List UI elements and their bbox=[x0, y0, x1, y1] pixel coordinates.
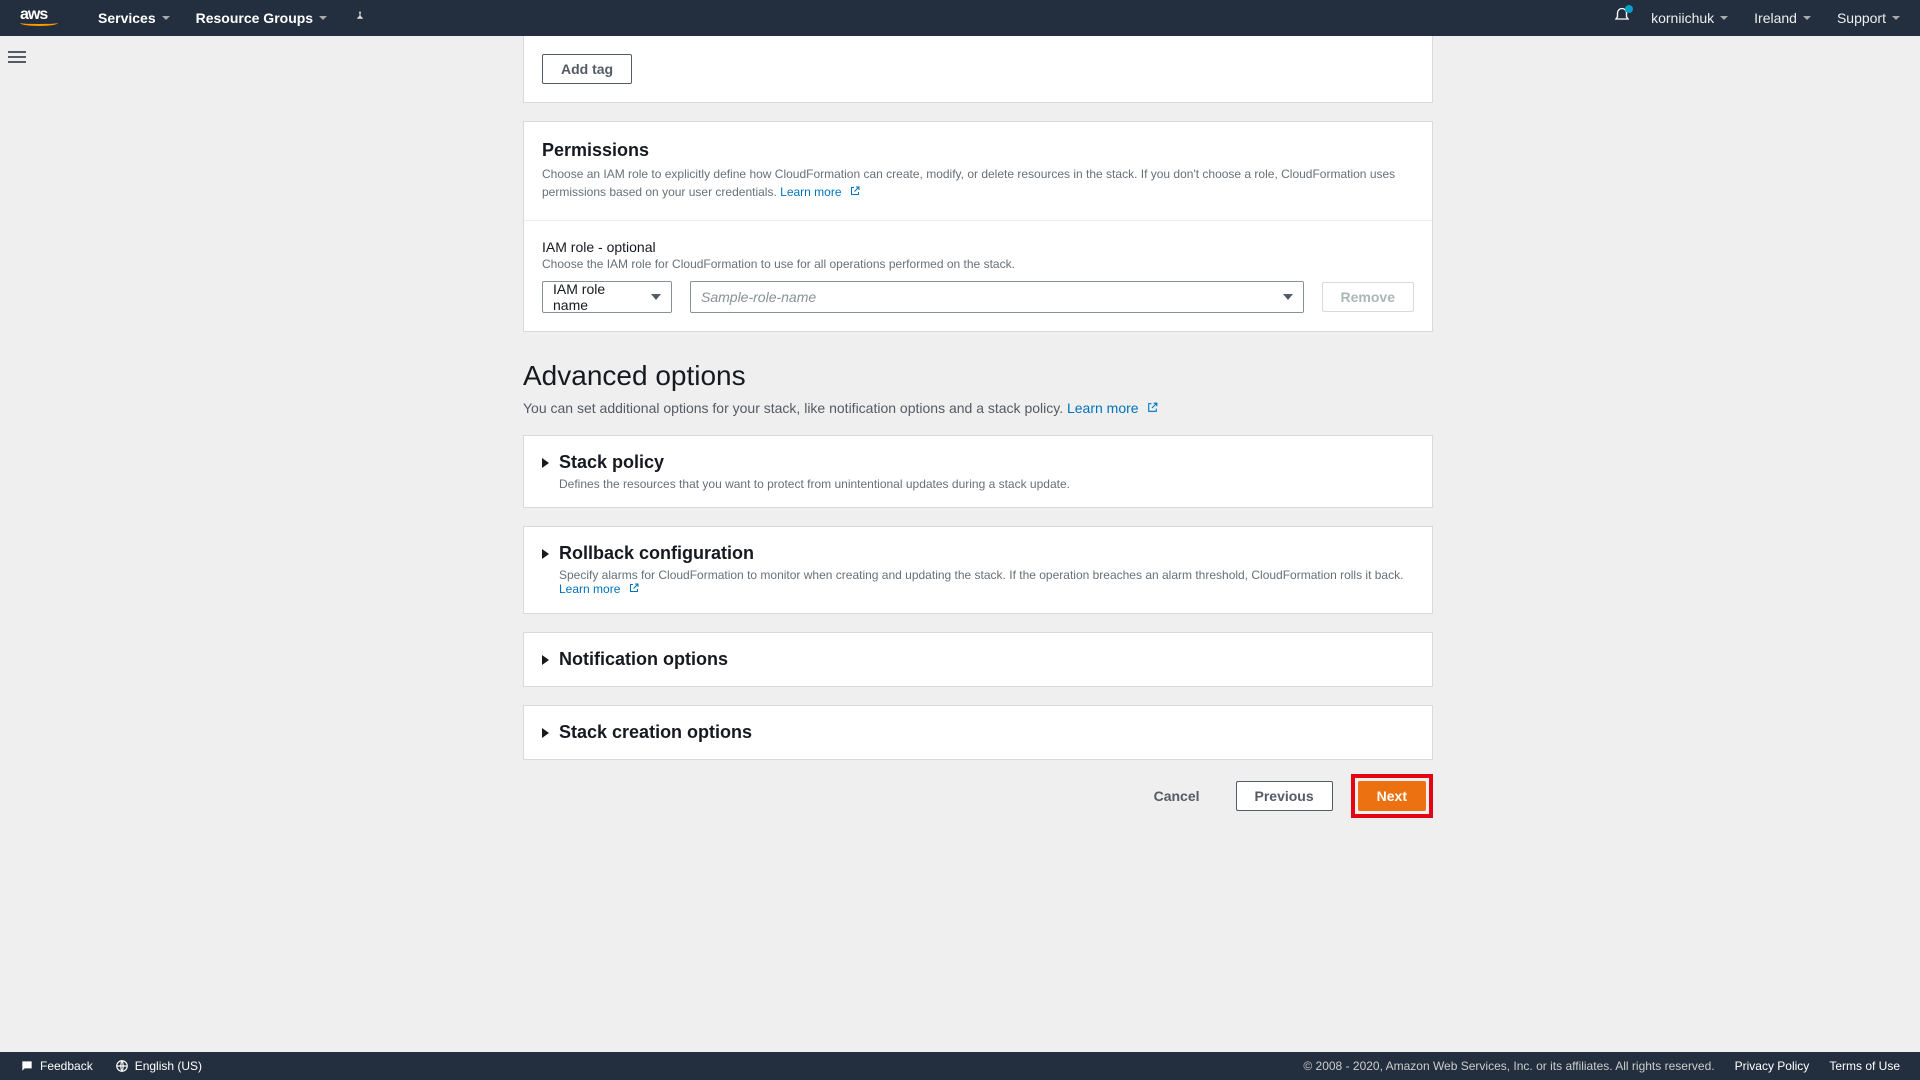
learn-more-label: Learn more bbox=[780, 185, 841, 199]
nav-support[interactable]: Support bbox=[1837, 10, 1900, 26]
permissions-desc: Choose an IAM role to explicitly define … bbox=[542, 165, 1414, 202]
notifications-icon[interactable] bbox=[1613, 7, 1631, 30]
external-link-icon bbox=[849, 184, 861, 202]
notification-title: Notification options bbox=[559, 649, 728, 670]
creation-expander[interactable]: Stack creation options bbox=[523, 705, 1433, 760]
wizard-actions: Cancel Previous Next bbox=[523, 774, 1433, 818]
iam-role-label: IAM role - optional bbox=[542, 239, 1414, 255]
pin-icon[interactable] bbox=[353, 10, 367, 27]
iam-role-name-placeholder: Sample-role-name bbox=[701, 289, 816, 305]
hamburger-icon[interactable] bbox=[8, 48, 26, 66]
stack-policy-desc: Defines the resources that you want to p… bbox=[559, 477, 1414, 491]
language-label: English (US) bbox=[135, 1059, 202, 1073]
stack-policy-expander[interactable]: Stack policy Defines the resources that … bbox=[523, 435, 1433, 508]
chevron-down-icon bbox=[1283, 294, 1293, 300]
expand-right-icon bbox=[542, 728, 549, 738]
aws-logo[interactable]: aws bbox=[20, 6, 58, 30]
nav-region[interactable]: Ireland bbox=[1754, 10, 1811, 26]
remove-role-button[interactable]: Remove bbox=[1322, 282, 1414, 312]
learn-more-label: Learn more bbox=[1067, 400, 1139, 416]
iam-role-name-select[interactable]: Sample-role-name bbox=[690, 281, 1304, 313]
scroll-area[interactable]: Add tag Permissions Choose an IAM role t… bbox=[36, 36, 1920, 1052]
expand-right-icon bbox=[542, 655, 549, 665]
stack-policy-title: Stack policy bbox=[559, 452, 664, 473]
expand-right-icon bbox=[542, 549, 549, 559]
creation-title: Stack creation options bbox=[559, 722, 752, 743]
caret-down-icon bbox=[1803, 16, 1811, 20]
caret-down-icon bbox=[162, 16, 170, 20]
rollback-learn-more-link[interactable]: Learn more bbox=[559, 582, 640, 596]
copyright-text: © 2008 - 2020, Amazon Web Services, Inc.… bbox=[1303, 1059, 1714, 1073]
permissions-title: Permissions bbox=[542, 140, 1414, 161]
top-nav: aws Services Resource Groups korniichuk … bbox=[0, 0, 1920, 36]
iam-role-type-value: IAM role name bbox=[553, 281, 643, 313]
next-button[interactable]: Next bbox=[1358, 781, 1426, 811]
advanced-options-sub: You can set additional options for your … bbox=[523, 400, 1433, 417]
external-link-icon bbox=[1146, 401, 1159, 417]
nav-region-label: Ireland bbox=[1754, 10, 1797, 26]
terms-link[interactable]: Terms of Use bbox=[1829, 1059, 1900, 1073]
advanced-options-title: Advanced options bbox=[523, 360, 1433, 392]
feedback-label: Feedback bbox=[40, 1059, 93, 1073]
nav-services[interactable]: Services bbox=[98, 10, 170, 26]
rollback-desc: Specify alarms for CloudFormation to mon… bbox=[559, 568, 1414, 597]
rollback-title: Rollback configuration bbox=[559, 543, 754, 564]
rollback-desc-text: Specify alarms for CloudFormation to mon… bbox=[559, 568, 1403, 582]
previous-button[interactable]: Previous bbox=[1236, 781, 1333, 811]
language-link[interactable]: English (US) bbox=[115, 1059, 202, 1073]
tags-card-bottom: Add tag bbox=[523, 36, 1433, 103]
notification-dot-icon bbox=[1625, 5, 1633, 13]
advanced-options-sub-text: You can set additional options for your … bbox=[523, 400, 1063, 416]
nav-support-label: Support bbox=[1837, 10, 1886, 26]
caret-down-icon bbox=[1720, 16, 1728, 20]
permissions-desc-text: Choose an IAM role to explicitly define … bbox=[542, 167, 1395, 199]
notification-expander[interactable]: Notification options bbox=[523, 632, 1433, 687]
learn-more-label: Learn more bbox=[559, 582, 620, 596]
advanced-learn-more-link[interactable]: Learn more bbox=[1067, 400, 1159, 416]
expand-right-icon bbox=[542, 458, 549, 468]
permissions-card: Permissions Choose an IAM role to explic… bbox=[523, 121, 1433, 332]
nav-resource-groups[interactable]: Resource Groups bbox=[196, 10, 327, 26]
main-area: ▲ ▼ Add tag Permissions Choose an IAM ro… bbox=[0, 36, 1920, 1052]
footer-bar: Feedback English (US) © 2008 - 2020, Ama… bbox=[0, 1052, 1920, 1080]
rollback-expander[interactable]: Rollback configuration Specify alarms fo… bbox=[523, 526, 1433, 614]
caret-down-icon bbox=[319, 16, 327, 20]
nav-resource-groups-label: Resource Groups bbox=[196, 10, 313, 26]
iam-role-type-select[interactable]: IAM role name bbox=[542, 281, 672, 313]
chevron-down-icon bbox=[651, 294, 661, 300]
cancel-button[interactable]: Cancel bbox=[1136, 782, 1218, 810]
next-highlight: Next bbox=[1351, 774, 1433, 818]
caret-down-icon bbox=[1892, 16, 1900, 20]
permissions-learn-more-link[interactable]: Learn more bbox=[780, 185, 861, 199]
nav-user-label: korniichuk bbox=[1651, 10, 1714, 26]
privacy-link[interactable]: Privacy Policy bbox=[1735, 1059, 1810, 1073]
iam-role-hint: Choose the IAM role for CloudFormation t… bbox=[542, 257, 1414, 271]
feedback-link[interactable]: Feedback bbox=[20, 1059, 93, 1073]
nav-services-label: Services bbox=[98, 10, 156, 26]
add-tag-button[interactable]: Add tag bbox=[542, 54, 632, 84]
nav-user[interactable]: korniichuk bbox=[1651, 10, 1728, 26]
external-link-icon bbox=[628, 582, 640, 597]
